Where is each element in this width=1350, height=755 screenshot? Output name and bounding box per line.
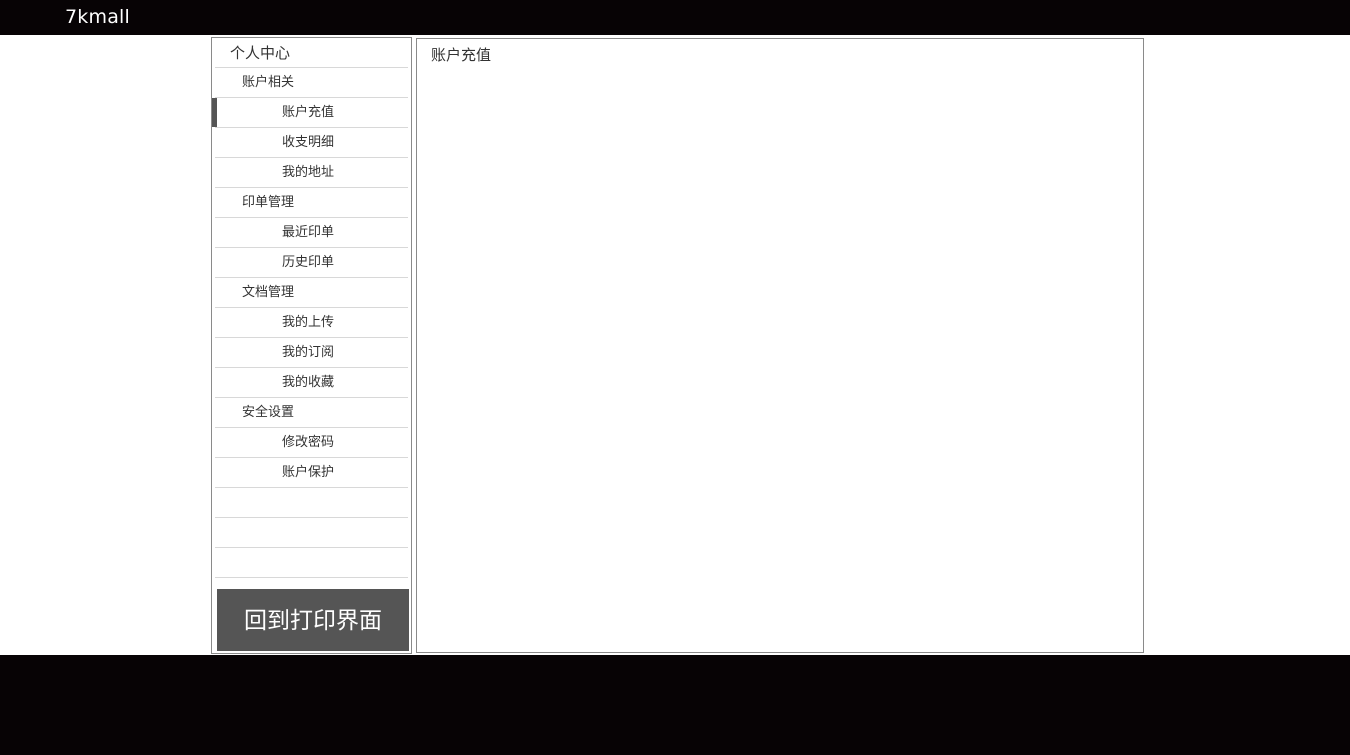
main-content-panel: 账户充值	[416, 38, 1144, 653]
sidebar-title: 个人中心	[215, 38, 408, 68]
top-header-bar: 7kmall	[0, 0, 1350, 35]
sidebar-item-recent-orders[interactable]: 最近印单	[215, 218, 408, 248]
page-title: 账户充值	[431, 46, 492, 64]
sidebar-item-my-uploads[interactable]: 我的上传	[215, 308, 408, 338]
sidebar-empty-row	[215, 548, 408, 578]
sidebar-group-account[interactable]: 账户相关	[215, 68, 408, 98]
sidebar-item-account-recharge[interactable]: 账户充值	[212, 98, 408, 128]
sidebar-group-print-orders[interactable]: 印单管理	[215, 188, 408, 218]
sidebar-group-security[interactable]: 安全设置	[215, 398, 408, 428]
sidebar-item-transactions[interactable]: 收支明细	[215, 128, 408, 158]
page-footer	[0, 655, 1350, 755]
sidebar-item-change-password[interactable]: 修改密码	[215, 428, 408, 458]
sidebar-group-documents[interactable]: 文档管理	[215, 278, 408, 308]
sidebar-empty-row	[215, 488, 408, 518]
site-logo[interactable]: 7kmall	[65, 6, 130, 28]
sidebar-item-account-protection[interactable]: 账户保护	[215, 458, 408, 488]
back-to-print-button[interactable]: 回到打印界面	[217, 589, 409, 651]
sidebar-item-my-subscriptions[interactable]: 我的订阅	[215, 338, 408, 368]
sidebar-item-my-favorites[interactable]: 我的收藏	[215, 368, 408, 398]
sidebar-item-my-address[interactable]: 我的地址	[215, 158, 408, 188]
sidebar-item-history-orders[interactable]: 历史印单	[215, 248, 408, 278]
user-center-sidebar: 个人中心 账户相关 账户充值 收支明细 我的地址 印单管理 最近印单 历史印单 …	[211, 37, 412, 654]
sidebar-empty-row	[215, 518, 408, 548]
